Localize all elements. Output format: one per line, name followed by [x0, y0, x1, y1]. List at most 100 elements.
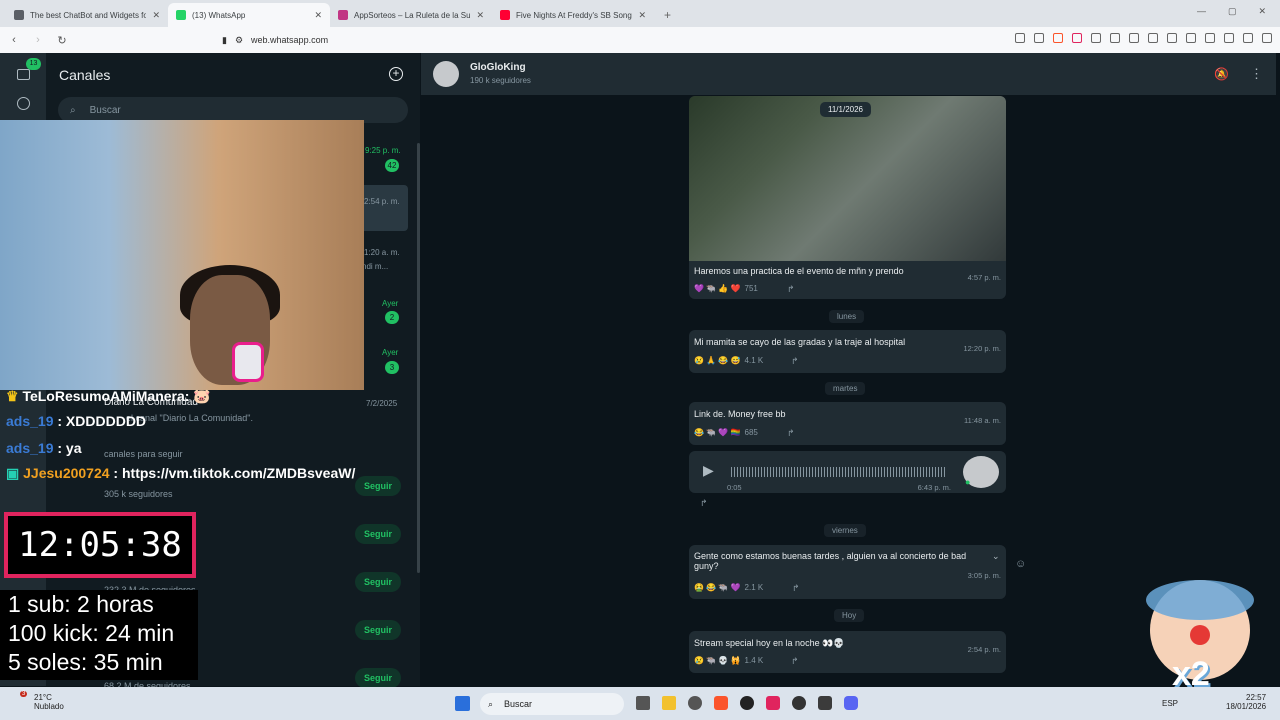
search-placeholder: Buscar — [504, 699, 533, 709]
menu-icon[interactable] — [1262, 33, 1272, 43]
start-icon[interactable] — [455, 696, 470, 711]
sidebar-scrollbar[interactable] — [417, 143, 420, 573]
message-text: Link de. Money free bb — [694, 409, 786, 419]
extension-icon[interactable] — [1148, 33, 1158, 43]
play-icon[interactable]: ▶ — [703, 462, 714, 479]
tab-appsorteos[interactable]: AppSorteos – La Ruleta de la Suerte ✕ — [330, 3, 492, 27]
message-text: Mi mamita se cayo de las gradas y la tra… — [694, 337, 906, 347]
extension-icon[interactable] — [1091, 33, 1101, 43]
app-icon[interactable] — [766, 696, 780, 710]
message-time: 11:48 a. m. — [964, 416, 1001, 425]
chats-icon[interactable] — [17, 69, 30, 80]
wallet-icon[interactable] — [1205, 33, 1215, 43]
close-tab-icon[interactable]: ✕ — [314, 10, 322, 21]
message-time: 2:54 p. m. — [967, 645, 1001, 654]
day-separator: viernes — [824, 524, 866, 537]
obs-icon[interactable] — [688, 696, 702, 710]
tab-youtube[interactable]: Five Nights At Freddy's SB Song - Th ✕ — [492, 3, 654, 27]
reaction-count: 1.4 K — [744, 656, 764, 665]
back-icon[interactable]: ‹ — [4, 34, 24, 46]
message-text: Gente como estamos buenas tardes , algui… — [694, 551, 967, 571]
close-window-icon[interactable]: ✕ — [1258, 6, 1266, 17]
close-tab-icon[interactable]: ✕ — [476, 10, 484, 21]
brave-icon[interactable] — [714, 696, 728, 710]
forward-icon[interactable]: ↱ — [787, 284, 795, 295]
reaction-emojis: 😂 🐃 💜 🏳️‍🌈 — [694, 428, 741, 437]
leo-icon[interactable] — [1224, 33, 1234, 43]
vpn-icon[interactable] — [1243, 33, 1253, 43]
channel-header[interactable]: GloGloKing 190 k seguidores 🔕 ⋮ — [421, 53, 1276, 95]
new-tab-button[interactable]: + — [654, 3, 681, 27]
reactions[interactable]: 🤮 😂 🐃 💜 2.1 K — [694, 583, 763, 592]
brave-rewards-icon[interactable] — [1072, 33, 1082, 43]
message-bubble[interactable]: Mi mamita se cayo de las gradas y la tra… — [689, 330, 1006, 373]
create-channel-icon[interactable]: + — [389, 67, 403, 81]
audio-message[interactable]: ▶ 0:05 6:43 p. m. ● — [689, 451, 1006, 493]
task-view-icon[interactable] — [636, 696, 650, 710]
stream-chat-line: ads_19 : XDDDDDDD — [6, 413, 146, 429]
media-icon[interactable] — [1167, 33, 1177, 43]
file-explorer-icon[interactable] — [662, 696, 676, 710]
more-options-icon[interactable]: ⋮ — [1250, 66, 1263, 82]
message-bubble[interactable]: Gente como estamos buenas tardes , algui… — [689, 545, 1006, 599]
extension-icon[interactable] — [1129, 33, 1139, 43]
mute-icon[interactable]: 🔕 — [1214, 67, 1229, 81]
chevron-down-icon[interactable]: ⌄ — [992, 551, 1000, 562]
emoji-react-icon[interactable]: ☺ — [1015, 558, 1026, 570]
close-tab-icon[interactable]: ✕ — [152, 10, 160, 21]
reactions[interactable]: 😢 🐃 💀 🙀 1.4 K — [694, 656, 763, 665]
app-icon[interactable] — [818, 696, 832, 710]
reactions[interactable]: 😢 🙏 😂 😅 4.1 K — [694, 356, 763, 365]
obs-studio-icon[interactable] — [740, 696, 754, 710]
site-info-icon[interactable]: ⚙ — [235, 35, 243, 46]
forward-icon[interactable]: ↱ — [792, 583, 800, 594]
status-icon[interactable] — [17, 97, 30, 110]
avatar[interactable] — [433, 61, 459, 87]
extension-icon[interactable] — [1110, 33, 1120, 43]
message-photo[interactable] — [689, 96, 1006, 261]
clock[interactable]: 22:57 18/01/2026 — [1226, 693, 1266, 711]
window-controls: — ▢ ✕ — [1197, 6, 1266, 17]
language-indicator[interactable]: ESP — [1162, 699, 1178, 708]
follow-button[interactable]: Seguir — [355, 668, 401, 688]
forward-icon[interactable]: ↱ — [787, 428, 795, 439]
bookmark-icon[interactable]: ▮ — [222, 35, 227, 46]
maximize-icon[interactable]: ▢ — [1228, 6, 1237, 17]
brave-shield-icon[interactable] — [1053, 33, 1063, 43]
minimize-icon[interactable]: — — [1197, 6, 1206, 17]
message-bubble[interactable]: Link de. Money free bb 11:48 a. m. 😂 🐃 💜… — [689, 402, 1006, 445]
sidebar-icon[interactable] — [1186, 33, 1196, 43]
forward-icon[interactable]: ↱ — [791, 356, 799, 367]
close-tab-icon[interactable]: ✕ — [638, 10, 646, 21]
reactions[interactable]: 😂 🐃 💜 🏳️‍🌈 685 — [694, 428, 758, 437]
day-separator: martes — [825, 382, 866, 395]
follow-button[interactable]: Seguir — [355, 620, 401, 640]
tab-chatbot[interactable]: The best ChatBot and Widgets for K ✕ — [6, 3, 168, 27]
tab-whatsapp[interactable]: (13) WhatsApp ✕ — [168, 3, 330, 27]
tab-title: AppSorteos – La Ruleta de la Suerte — [354, 10, 471, 20]
message-bubble[interactable]: Stream special hoy en la noche 👀💀 2:54 p… — [689, 631, 1006, 673]
extension-toolbar — [1015, 33, 1272, 43]
follow-button[interactable]: Seguir — [355, 476, 401, 496]
reactions[interactable]: 💜 🐃 👍 ❤️ 751 — [694, 284, 758, 293]
share-icon[interactable] — [1034, 33, 1044, 43]
reload-icon[interactable]: ↻ — [52, 34, 72, 47]
audio-waveform[interactable] — [731, 467, 946, 477]
audio-elapsed: 0:05 — [727, 483, 742, 492]
find-channels-label: canales para seguir — [104, 449, 183, 459]
badge-icon: ▣ — [6, 465, 24, 481]
search-icon: ⌕ — [488, 699, 494, 709]
forward-icon[interactable]: › — [28, 34, 48, 46]
discord-icon[interactable] — [844, 696, 858, 710]
forward-icon[interactable]: ↱ — [700, 498, 708, 509]
url-field[interactable]: ▮ ⚙ web.whatsapp.com — [222, 30, 912, 50]
follow-button[interactable]: Seguir — [355, 524, 401, 544]
follow-button[interactable]: Seguir — [355, 572, 401, 592]
app-icon[interactable] — [792, 696, 806, 710]
tab-title: (13) WhatsApp — [192, 10, 246, 20]
forward-icon[interactable]: ↱ — [791, 656, 799, 667]
weather-widget[interactable]: 3 21°C Nublado — [12, 691, 64, 711]
taskbar-search[interactable]: ⌕ Buscar — [480, 693, 624, 715]
cast-icon[interactable] — [1015, 33, 1025, 43]
message-bubble[interactable]: 11/1/2026 Haremos una practica de el eve… — [689, 96, 1006, 299]
